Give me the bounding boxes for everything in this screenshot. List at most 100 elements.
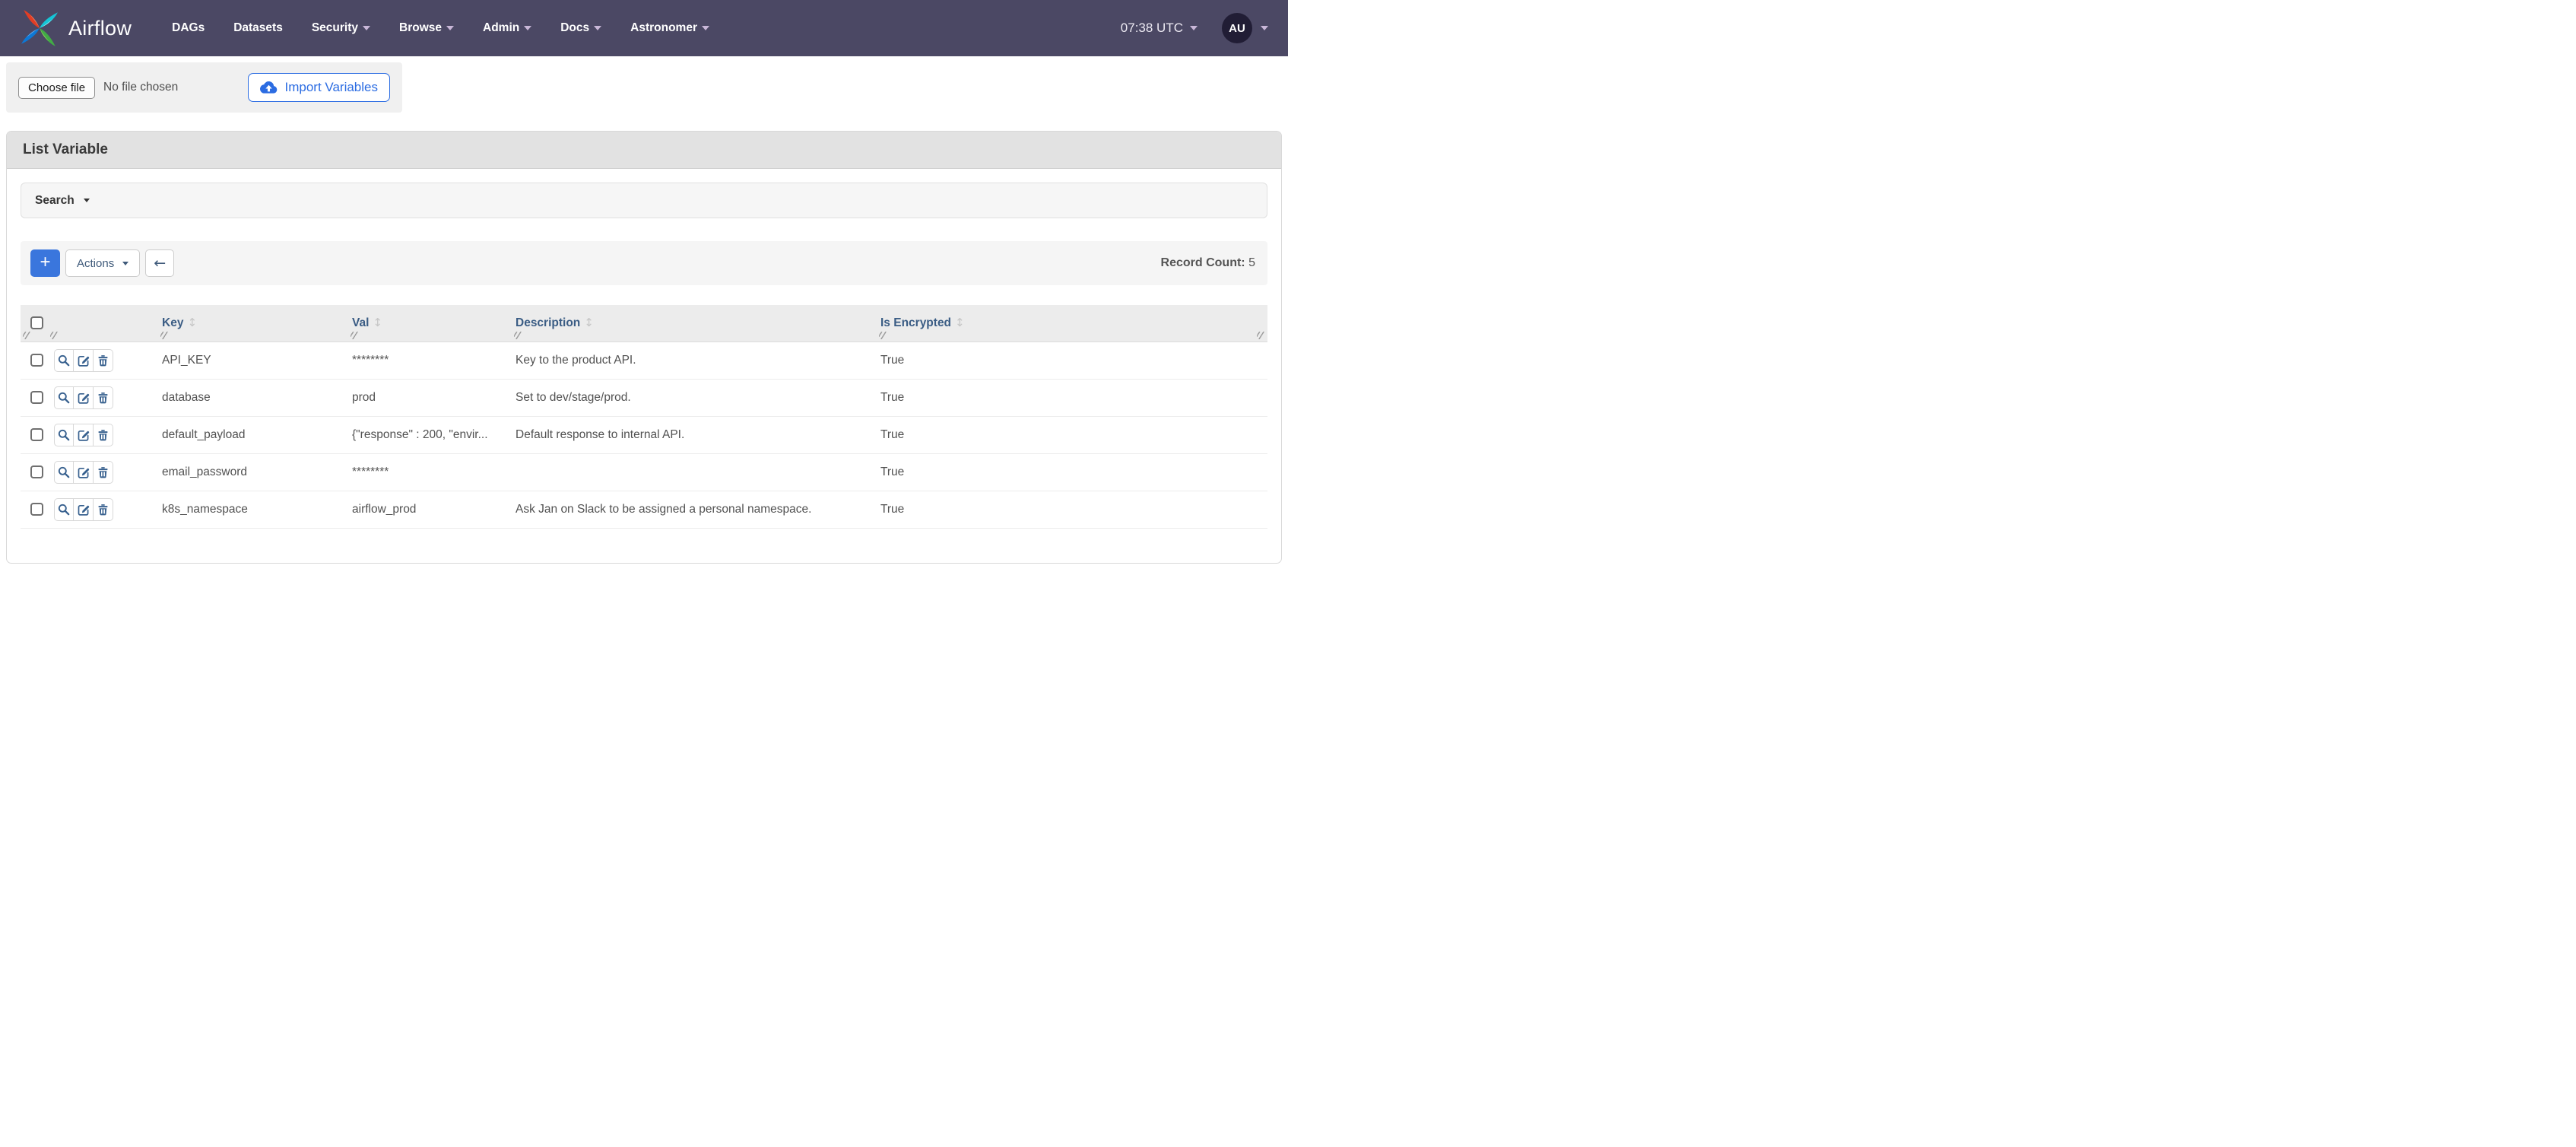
- nav-item-label: Datasets: [233, 21, 283, 35]
- cell-val: {"response" : 200, "envir...: [348, 416, 512, 453]
- back-button[interactable]: ←: [145, 249, 174, 277]
- table-row: API_KEY ******** Key to the product API.…: [21, 342, 1267, 379]
- delete-record-button[interactable]: [94, 386, 113, 409]
- row-action-group: [54, 461, 113, 484]
- avatar[interactable]: AU: [1222, 13, 1252, 43]
- brand-wordmark: Airflow: [68, 17, 132, 40]
- nav-item-label: Admin: [483, 21, 519, 35]
- row-checkbox[interactable]: [30, 428, 43, 441]
- cell-description: Key to the product API.: [512, 342, 877, 379]
- chevron-down-icon: [702, 26, 709, 30]
- search-label: Search: [35, 194, 75, 208]
- record-count: Record Count: 5: [1161, 256, 1255, 270]
- import-variables-button[interactable]: Import Variables: [248, 73, 390, 102]
- choose-file-button[interactable]: Choose file: [18, 77, 95, 99]
- panel-body: Search + Actions ← Record Count: 5 Key↕: [7, 169, 1281, 563]
- cell-is-encrypted: True: [877, 379, 1267, 416]
- top-navbar: Airflow DAGs Datasets Security Browse Ad…: [0, 0, 1288, 56]
- nav-item-security[interactable]: Security: [297, 21, 385, 35]
- cell-key: email_password: [158, 453, 348, 491]
- clock-dropdown[interactable]: 07:38 UTC: [1121, 21, 1198, 36]
- record-count-label: Record Count:: [1161, 256, 1245, 269]
- chevron-down-icon: [122, 262, 128, 265]
- trash-icon: [97, 429, 109, 441]
- cell-key: database: [158, 379, 348, 416]
- resize-handle[interactable]: [23, 332, 31, 339]
- cell-key: API_KEY: [158, 342, 348, 379]
- clock-label: 07:38 UTC: [1121, 21, 1183, 36]
- nav-item-admin[interactable]: Admin: [468, 21, 546, 35]
- edit-record-button[interactable]: [74, 424, 94, 446]
- resize-handle[interactable]: [50, 332, 59, 339]
- column-header-is-encrypted[interactable]: Is Encrypted↕: [877, 305, 1267, 342]
- cell-description: Default response to internal API.: [512, 416, 877, 453]
- row-checkbox[interactable]: [30, 391, 43, 404]
- actions-dropdown-button[interactable]: Actions: [65, 249, 140, 277]
- sort-icon[interactable]: ↕: [187, 316, 197, 329]
- chevron-down-icon: [1190, 26, 1198, 30]
- column-header-val[interactable]: Val↕: [348, 305, 512, 342]
- file-input[interactable]: Choose file No file chosen: [18, 77, 178, 99]
- nav-menu: DAGs Datasets Security Browse Admin Docs…: [157, 21, 724, 35]
- resize-handle[interactable]: [160, 332, 169, 339]
- edit-record-button[interactable]: [74, 349, 94, 372]
- view-record-button[interactable]: [54, 386, 74, 409]
- edit-icon: [78, 354, 90, 367]
- row-checkbox[interactable]: [30, 354, 43, 367]
- user-menu[interactable]: AU: [1222, 13, 1268, 43]
- nav-item-datasets[interactable]: Datasets: [219, 21, 297, 35]
- nav-item-label: DAGs: [172, 21, 205, 35]
- add-record-button[interactable]: +: [30, 249, 60, 277]
- row-checkbox[interactable]: [30, 503, 43, 516]
- airflow-brand[interactable]: Airflow: [20, 8, 132, 48]
- search-icon: [58, 466, 70, 478]
- chevron-down-icon: [1261, 26, 1268, 30]
- import-variables-label: Import Variables: [284, 80, 378, 95]
- chevron-down-icon: [84, 199, 90, 202]
- edit-icon: [78, 429, 90, 441]
- trash-icon: [97, 504, 109, 516]
- row-action-group: [54, 424, 113, 446]
- list-variable-panel: List Variable Search + Actions ← Record …: [6, 131, 1282, 564]
- delete-record-button[interactable]: [94, 349, 113, 372]
- column-header-key[interactable]: Key↕: [158, 305, 348, 342]
- view-record-button[interactable]: [54, 498, 74, 521]
- nav-item-astronomer[interactable]: Astronomer: [616, 21, 724, 35]
- select-all-checkbox[interactable]: [30, 316, 43, 329]
- cell-val: ********: [348, 342, 512, 379]
- view-record-button[interactable]: [54, 461, 74, 484]
- resize-handle[interactable]: [514, 332, 522, 339]
- edit-record-button[interactable]: [74, 386, 94, 409]
- delete-record-button[interactable]: [94, 498, 113, 521]
- sort-icon[interactable]: ↕: [373, 316, 382, 329]
- column-header-description[interactable]: Description↕: [512, 305, 877, 342]
- cell-is-encrypted: True: [877, 491, 1267, 528]
- sort-icon[interactable]: ↕: [955, 316, 965, 329]
- edit-record-button[interactable]: [74, 498, 94, 521]
- resize-handle[interactable]: [351, 332, 359, 339]
- cell-key: k8s_namespace: [158, 491, 348, 528]
- cell-description: [512, 453, 877, 491]
- row-action-group: [54, 386, 113, 409]
- search-collapse[interactable]: Search: [21, 183, 1267, 218]
- nav-item-browse[interactable]: Browse: [385, 21, 468, 35]
- search-icon: [58, 429, 70, 441]
- nav-item-label: Astronomer: [630, 21, 697, 35]
- search-icon: [58, 392, 70, 404]
- resize-handle[interactable]: [1257, 332, 1265, 339]
- nav-item-dags[interactable]: DAGs: [157, 21, 219, 35]
- view-record-button[interactable]: [54, 349, 74, 372]
- delete-record-button[interactable]: [94, 424, 113, 446]
- row-checkbox[interactable]: [30, 465, 43, 478]
- trash-icon: [97, 392, 109, 404]
- cloud-upload-icon: [260, 81, 278, 94]
- resize-handle[interactable]: [879, 332, 887, 339]
- edit-record-button[interactable]: [74, 461, 94, 484]
- delete-record-button[interactable]: [94, 461, 113, 484]
- view-record-button[interactable]: [54, 424, 74, 446]
- cell-is-encrypted: True: [877, 342, 1267, 379]
- sort-icon[interactable]: ↕: [584, 316, 594, 329]
- nav-item-docs[interactable]: Docs: [546, 21, 616, 35]
- table-row: default_payload {"response" : 200, "envi…: [21, 416, 1267, 453]
- cell-description: Set to dev/stage/prod.: [512, 379, 877, 416]
